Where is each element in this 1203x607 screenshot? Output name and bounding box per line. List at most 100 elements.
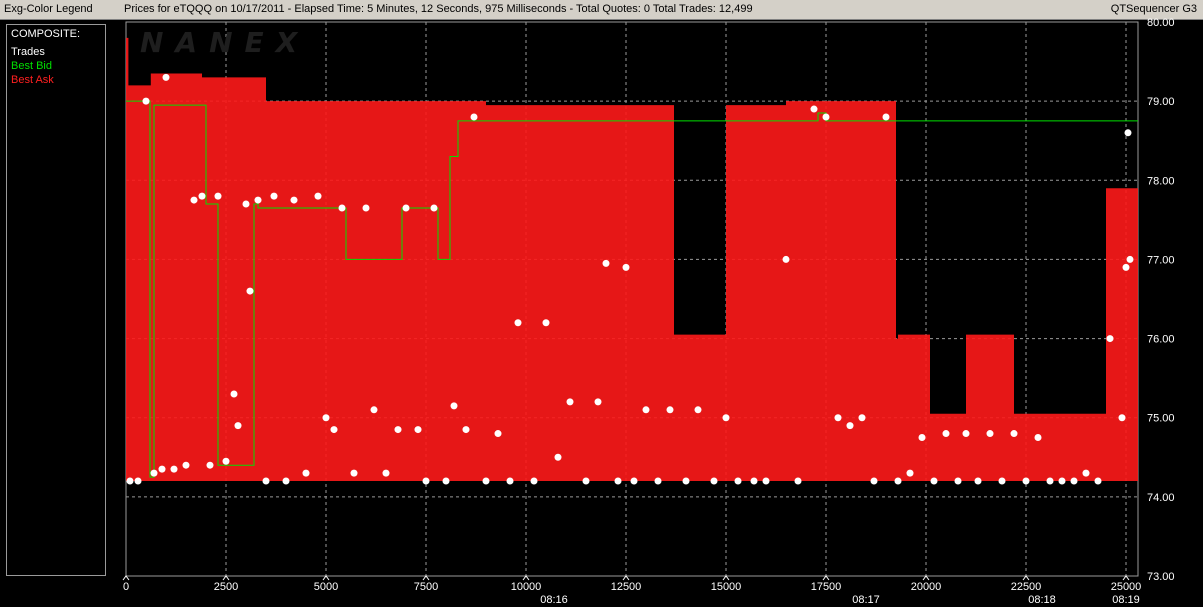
trade-point bbox=[494, 430, 502, 438]
trade-point bbox=[962, 430, 970, 438]
trade-point bbox=[158, 465, 166, 473]
trade-point bbox=[1046, 477, 1054, 485]
trade-point bbox=[370, 406, 378, 414]
x-tick-label: 25000 bbox=[1111, 581, 1142, 593]
x-tick-label: 10000 bbox=[511, 581, 542, 593]
x-tick-mark bbox=[722, 575, 730, 581]
x-tick-mark bbox=[422, 575, 430, 581]
trade-point bbox=[942, 430, 950, 438]
trade-point bbox=[930, 477, 938, 485]
x-tick-label: 15000 bbox=[711, 581, 742, 593]
trade-point bbox=[482, 477, 490, 485]
x-tick-label: 17500 bbox=[811, 581, 842, 593]
trade-point bbox=[302, 469, 310, 477]
trade-point bbox=[846, 422, 854, 430]
trade-point bbox=[974, 477, 982, 485]
trade-point bbox=[330, 426, 338, 434]
trade-point bbox=[402, 204, 410, 212]
trade-point bbox=[362, 204, 370, 212]
trade-point bbox=[322, 414, 330, 422]
trade-point bbox=[290, 196, 298, 204]
trade-point bbox=[150, 469, 158, 477]
trade-point bbox=[234, 422, 242, 430]
trade-point bbox=[722, 414, 730, 422]
trade-point bbox=[858, 414, 866, 422]
trade-point bbox=[1070, 477, 1078, 485]
trade-point bbox=[1034, 434, 1042, 441]
trade-point bbox=[506, 477, 514, 485]
trade-point bbox=[954, 477, 962, 485]
trade-point bbox=[642, 406, 650, 414]
trade-point bbox=[894, 477, 902, 485]
trade-point bbox=[134, 477, 142, 485]
trade-point bbox=[1022, 477, 1030, 485]
time-tick-label: 08:17 bbox=[852, 594, 880, 606]
trade-point bbox=[582, 477, 590, 485]
x-tick-label: 12500 bbox=[611, 581, 642, 593]
trade-point bbox=[694, 406, 702, 414]
trade-point bbox=[630, 477, 638, 485]
y-tick-label: 76.00 bbox=[1147, 334, 1175, 346]
trade-point bbox=[430, 204, 438, 212]
y-tick-label: 73.00 bbox=[1147, 571, 1175, 583]
x-tick-label: 5000 bbox=[314, 581, 338, 593]
trade-point bbox=[338, 204, 346, 212]
trade-point bbox=[918, 434, 926, 441]
trade-point bbox=[350, 469, 358, 477]
time-tick-label: 08:18 bbox=[1028, 594, 1056, 606]
trade-point bbox=[1082, 469, 1090, 477]
trade-point bbox=[986, 430, 994, 438]
x-tick-label: 22500 bbox=[1011, 581, 1042, 593]
trade-point bbox=[1122, 263, 1130, 271]
trade-point bbox=[170, 465, 178, 473]
trade-point bbox=[214, 192, 222, 200]
trade-point bbox=[530, 477, 538, 485]
trade-point bbox=[734, 477, 742, 485]
trade-point bbox=[822, 113, 830, 121]
trade-point bbox=[810, 105, 818, 113]
trade-point bbox=[762, 477, 770, 485]
trade-point bbox=[198, 192, 206, 200]
y-tick-label: 77.00 bbox=[1147, 254, 1175, 266]
trade-point bbox=[1118, 414, 1126, 422]
trade-point bbox=[594, 398, 602, 406]
x-tick-mark bbox=[822, 575, 830, 581]
x-tick-mark bbox=[1022, 575, 1030, 581]
trade-point bbox=[242, 200, 250, 208]
trade-point bbox=[254, 196, 262, 204]
trade-point bbox=[282, 477, 290, 485]
x-tick-label: 7500 bbox=[414, 581, 438, 593]
trade-point bbox=[462, 426, 470, 434]
trade-point bbox=[1094, 477, 1102, 485]
trade-point bbox=[422, 477, 430, 485]
x-tick-mark bbox=[122, 575, 130, 581]
trade-point bbox=[442, 477, 450, 485]
x-tick-mark bbox=[1122, 575, 1130, 581]
trade-point bbox=[1058, 477, 1066, 485]
trade-point bbox=[566, 398, 574, 406]
trade-point bbox=[602, 259, 610, 267]
trade-point bbox=[1126, 255, 1134, 263]
trade-point bbox=[450, 402, 458, 410]
x-tick-mark bbox=[522, 575, 530, 581]
trade-point bbox=[998, 477, 1006, 485]
x-tick-label: 0 bbox=[123, 581, 129, 593]
trade-point bbox=[882, 113, 890, 121]
x-tick-mark bbox=[922, 575, 930, 581]
trade-point bbox=[126, 477, 134, 485]
trade-point bbox=[414, 426, 422, 434]
x-tick-label: 20000 bbox=[911, 581, 942, 593]
trade-point bbox=[222, 457, 230, 465]
y-tick-label: 80.00 bbox=[1147, 17, 1175, 29]
trade-point bbox=[710, 477, 718, 485]
y-tick-label: 78.00 bbox=[1147, 175, 1175, 187]
trade-point bbox=[206, 461, 214, 469]
trade-point bbox=[394, 426, 402, 434]
trade-point bbox=[182, 461, 190, 469]
trade-point bbox=[666, 406, 674, 414]
trade-point bbox=[654, 477, 662, 485]
nanex-watermark: NANEX bbox=[140, 26, 310, 59]
trade-point bbox=[314, 192, 322, 200]
time-tick-label: 08:16 bbox=[540, 594, 568, 606]
trade-point bbox=[870, 477, 878, 485]
